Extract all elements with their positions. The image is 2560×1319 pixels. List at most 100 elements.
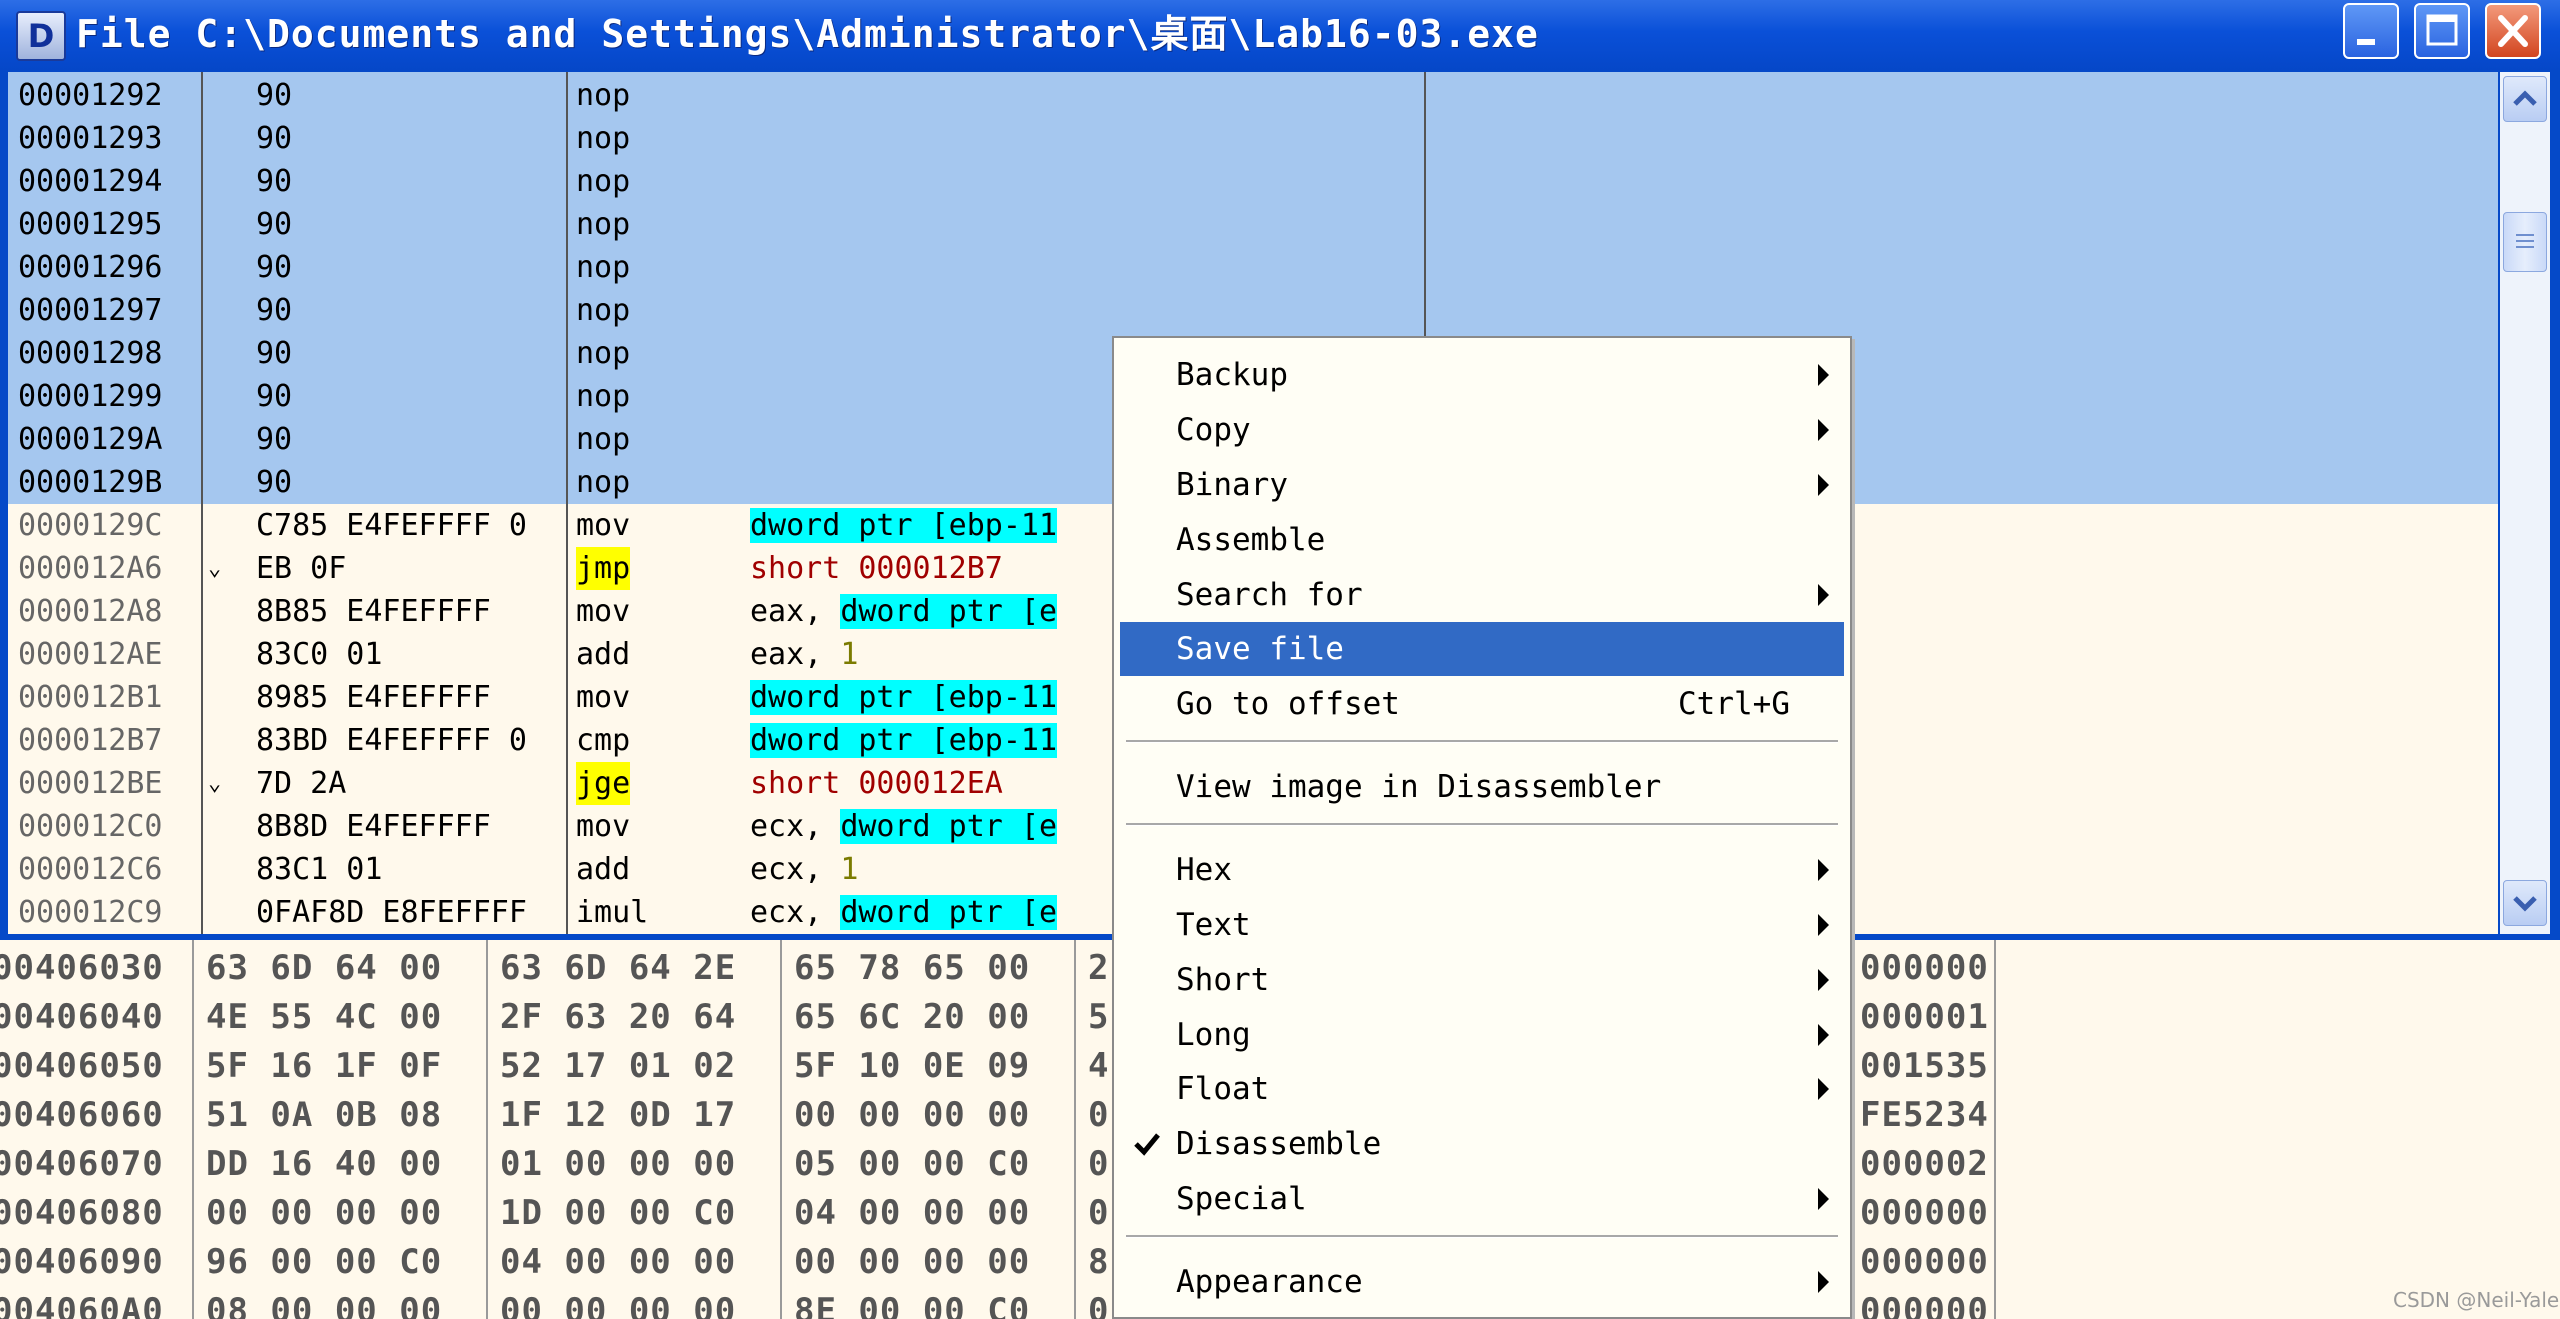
disasm-row[interactable]: 00001294 90 nop <box>8 160 2498 203</box>
column-divider <box>1074 940 1076 1319</box>
submenu-arrow-icon <box>1818 914 1829 936</box>
disasm-row[interactable]: 00001297 90 nop <box>8 289 2498 332</box>
operand-token: dword ptr [ebp-11 <box>750 508 1058 543</box>
menu-item-short[interactable]: Short <box>1120 953 1844 1007</box>
hex-byte-group: 65 6C 20 00 <box>794 997 1031 1037</box>
hex-byte-group: 65 78 65 00 <box>794 948 1031 988</box>
menu-item-backup[interactable]: Backup <box>1120 348 1844 402</box>
mnemonic-cell: imul <box>576 895 649 930</box>
operand-token: dword ptr [ebp-11 <box>750 680 1058 715</box>
menu-item-disassemble[interactable]: Disassemble <box>1120 1117 1844 1171</box>
watermark: CSDN @Neil-Yale <box>2393 1288 2560 1312</box>
menu-item-label: Appearance <box>1176 1264 1363 1300</box>
mnemonic-cell: nop <box>576 379 631 414</box>
operands-cell: dword ptr [ebp-11 <box>750 676 1058 719</box>
vertical-scrollbar[interactable] <box>2500 72 2550 934</box>
operand-token: 1 <box>840 852 859 887</box>
maximize-icon <box>2426 14 2458 46</box>
minimize-icon <box>2357 39 2375 45</box>
hex-byte-group: 0 <box>1088 1095 1110 1135</box>
column-divider <box>486 940 488 1319</box>
menu-item-float[interactable]: Float <box>1120 1062 1844 1116</box>
menu-item-text[interactable]: Text <box>1120 898 1844 952</box>
maximize-button[interactable] <box>2414 3 2470 59</box>
menu-item-label: Special <box>1176 1181 1307 1217</box>
submenu-arrow-icon <box>1818 859 1829 881</box>
disasm-row[interactable]: 00001295 90 nop <box>8 203 2498 246</box>
hex-byte-group: 08 00 00 00 <box>206 1291 443 1319</box>
hex-bytes-cell: 90 <box>256 379 293 414</box>
menu-item-label: Copy <box>1176 412 1251 448</box>
column-divider <box>1994 940 1996 1319</box>
scroll-thumb[interactable] <box>2503 212 2547 272</box>
submenu-arrow-icon <box>1818 969 1829 991</box>
hex-value-cell: 001535 <box>1860 1046 1989 1086</box>
hex-bytes-cell: 90 <box>256 164 293 199</box>
operands-cell: dword ptr [ebp-11 <box>750 719 1058 762</box>
column-divider[interactable] <box>566 72 568 934</box>
menu-item-appearance[interactable]: Appearance <box>1120 1255 1844 1309</box>
address-cell: 00001294 <box>18 164 163 199</box>
menu-item-long[interactable]: Long <box>1120 1008 1844 1062</box>
disasm-row[interactable]: 00001293 90 nop <box>8 117 2498 160</box>
address-cell: 00001296 <box>18 250 163 285</box>
scroll-up-button[interactable] <box>2503 76 2547 122</box>
menu-item-view-image[interactable]: View image in Disassembler <box>1120 760 1844 814</box>
chevron-up-icon <box>2513 90 2537 106</box>
menu-item-label: Disassemble <box>1176 1126 1382 1162</box>
hex-byte-group: DD 16 40 00 <box>206 1144 443 1184</box>
hex-byte-group: 1D 00 00 C0 <box>500 1193 737 1233</box>
hex-byte-group: 8 <box>1088 1242 1110 1282</box>
column-divider <box>780 940 782 1319</box>
hex-bytes-cell: 90 <box>256 422 293 457</box>
hex-address-cell: 00406050 <box>0 1046 164 1086</box>
operands-cell: ecx, 1 <box>750 848 858 891</box>
address-cell: 00001297 <box>18 293 163 328</box>
mnemonic-cell: mov <box>576 680 631 715</box>
operand-token: ecx, <box>750 852 841 887</box>
menu-item-search-for[interactable]: Search for <box>1120 568 1844 622</box>
check-icon <box>1134 1133 1160 1156</box>
hex-byte-group: 04 00 00 00 <box>794 1193 1031 1233</box>
hex-bytes-cell: 8985 E4FEFFFF <box>256 680 491 715</box>
hex-byte-group: 52 17 01 02 <box>500 1046 737 1086</box>
menu-item-assemble[interactable]: Assemble <box>1120 513 1844 567</box>
column-divider[interactable] <box>201 72 203 934</box>
menu-item-save-file[interactable]: Save file <box>1120 622 1844 676</box>
menu-item-hex[interactable]: Hex <box>1120 843 1844 897</box>
app-icon[interactable]: D <box>16 11 66 61</box>
minimize-button[interactable] <box>2343 3 2399 59</box>
mnemonic-cell: nop <box>576 164 631 199</box>
menu-item-label: Go to offset <box>1176 686 1400 722</box>
submenu-arrow-icon <box>1818 584 1829 606</box>
disasm-row[interactable]: 00001292 90 nop <box>8 74 2498 117</box>
title-bar[interactable]: D File C:\Documents and Settings\Adminis… <box>0 0 2560 70</box>
operands-cell: ecx, dword ptr [e <box>750 891 1058 934</box>
hex-address-cell: 00406070 <box>0 1144 164 1184</box>
menu-item-binary[interactable]: Binary <box>1120 458 1844 512</box>
close-button[interactable] <box>2485 3 2541 59</box>
hex-byte-group: 0 <box>1088 1144 1110 1184</box>
hex-byte-group: 4 <box>1088 1046 1110 1086</box>
address-cell: 0000129A <box>18 422 163 457</box>
mnemonic-cell: nop <box>576 465 631 500</box>
hex-byte-group: 0 <box>1088 1193 1110 1233</box>
hex-byte-group: 00 00 00 00 <box>794 1242 1031 1282</box>
menu-item-special[interactable]: Special <box>1120 1172 1844 1226</box>
menu-item-label: Assemble <box>1176 522 1326 558</box>
hex-byte-group: 00 00 00 00 <box>206 1193 443 1233</box>
submenu-arrow-icon <box>1818 474 1829 496</box>
scroll-down-button[interactable] <box>2503 880 2547 926</box>
hex-value-cell: 000001 <box>1860 997 1989 1037</box>
mnemonic-cell: nop <box>576 250 631 285</box>
menu-item-label: Short <box>1176 962 1270 998</box>
menu-item-go-to-offset[interactable]: Go to offset Ctrl+G <box>1120 677 1844 731</box>
address-cell: 000012C9 <box>18 895 163 930</box>
jump-marker-icon: ⌄ <box>208 771 222 796</box>
operands-cell: eax, 1 <box>750 633 858 676</box>
hex-value-cell: 000000 <box>1860 1193 1989 1233</box>
mnemonic-cell: mov <box>576 508 631 543</box>
menu-item-copy[interactable]: Copy <box>1120 403 1844 457</box>
disasm-row[interactable]: 00001296 90 nop <box>8 246 2498 289</box>
hex-byte-group: 00 00 00 00 <box>500 1291 737 1319</box>
